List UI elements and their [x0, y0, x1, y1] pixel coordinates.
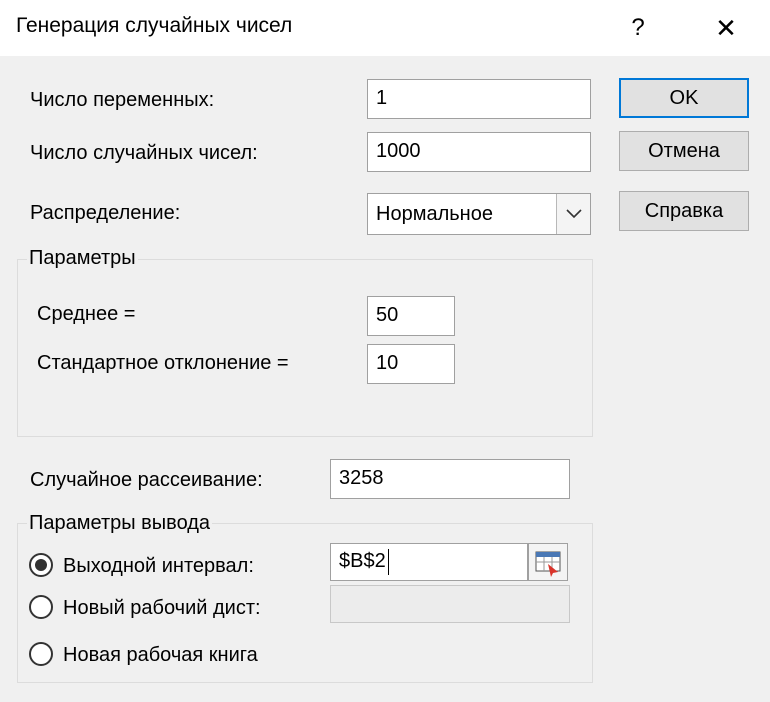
std-dev-label: Стандартное отклонение =	[37, 352, 289, 374]
mean-label: Среднее =	[37, 303, 136, 325]
question-icon: ?	[631, 14, 645, 41]
new-sheet-radio[interactable]	[29, 595, 53, 619]
title-bar: Генерация случайных чисел ? ✕	[0, 0, 770, 56]
parameters-group	[17, 259, 593, 437]
num-variables-label: Число переменных:	[30, 89, 215, 111]
new-sheet-input[interactable]	[330, 585, 570, 623]
seed-label: Случайное рассеивание:	[30, 469, 263, 491]
std-dev-input[interactable]: 10	[367, 344, 455, 384]
output-range-input[interactable]: $B$2	[330, 543, 528, 581]
distribution-selected: Нормальное	[376, 203, 493, 225]
num-variables-input[interactable]: 1	[367, 79, 591, 119]
distribution-select[interactable]: Нормальное	[367, 193, 591, 235]
seed-input[interactable]: 3258	[330, 459, 570, 499]
output-range-radio[interactable]	[29, 553, 53, 577]
new-sheet-label[interactable]: Новый рабочий дист:	[63, 595, 261, 621]
help-title-button[interactable]: ?	[616, 6, 660, 50]
text-cursor	[388, 549, 389, 575]
range-select-button[interactable]	[528, 543, 568, 581]
new-workbook-label[interactable]: Новая рабочая книга	[63, 642, 258, 668]
parameters-group-title: Параметры	[27, 245, 138, 271]
close-icon: ✕	[715, 13, 737, 43]
new-workbook-radio[interactable]	[29, 642, 53, 666]
ok-button[interactable]: OK	[619, 78, 749, 118]
output-group-title: Параметры вывода	[27, 510, 213, 536]
num-random-label: Число случайных чисел:	[30, 142, 258, 164]
radio-selected-dot	[35, 559, 47, 571]
mean-input[interactable]: 50	[367, 296, 455, 336]
output-range-label[interactable]: Выходной интервал:	[63, 553, 254, 579]
cancel-button[interactable]: Отмена	[619, 131, 749, 171]
num-random-input[interactable]: 1000	[367, 132, 591, 172]
dialog-title: Генерация случайных чисел	[16, 14, 293, 37]
distribution-label: Распределение:	[30, 202, 181, 224]
chevron-down-icon	[566, 209, 582, 219]
range-select-icon	[535, 551, 561, 577]
help-button[interactable]: Справка	[619, 191, 749, 231]
close-button[interactable]: ✕	[700, 6, 752, 50]
distribution-dropdown-button[interactable]	[556, 194, 590, 234]
